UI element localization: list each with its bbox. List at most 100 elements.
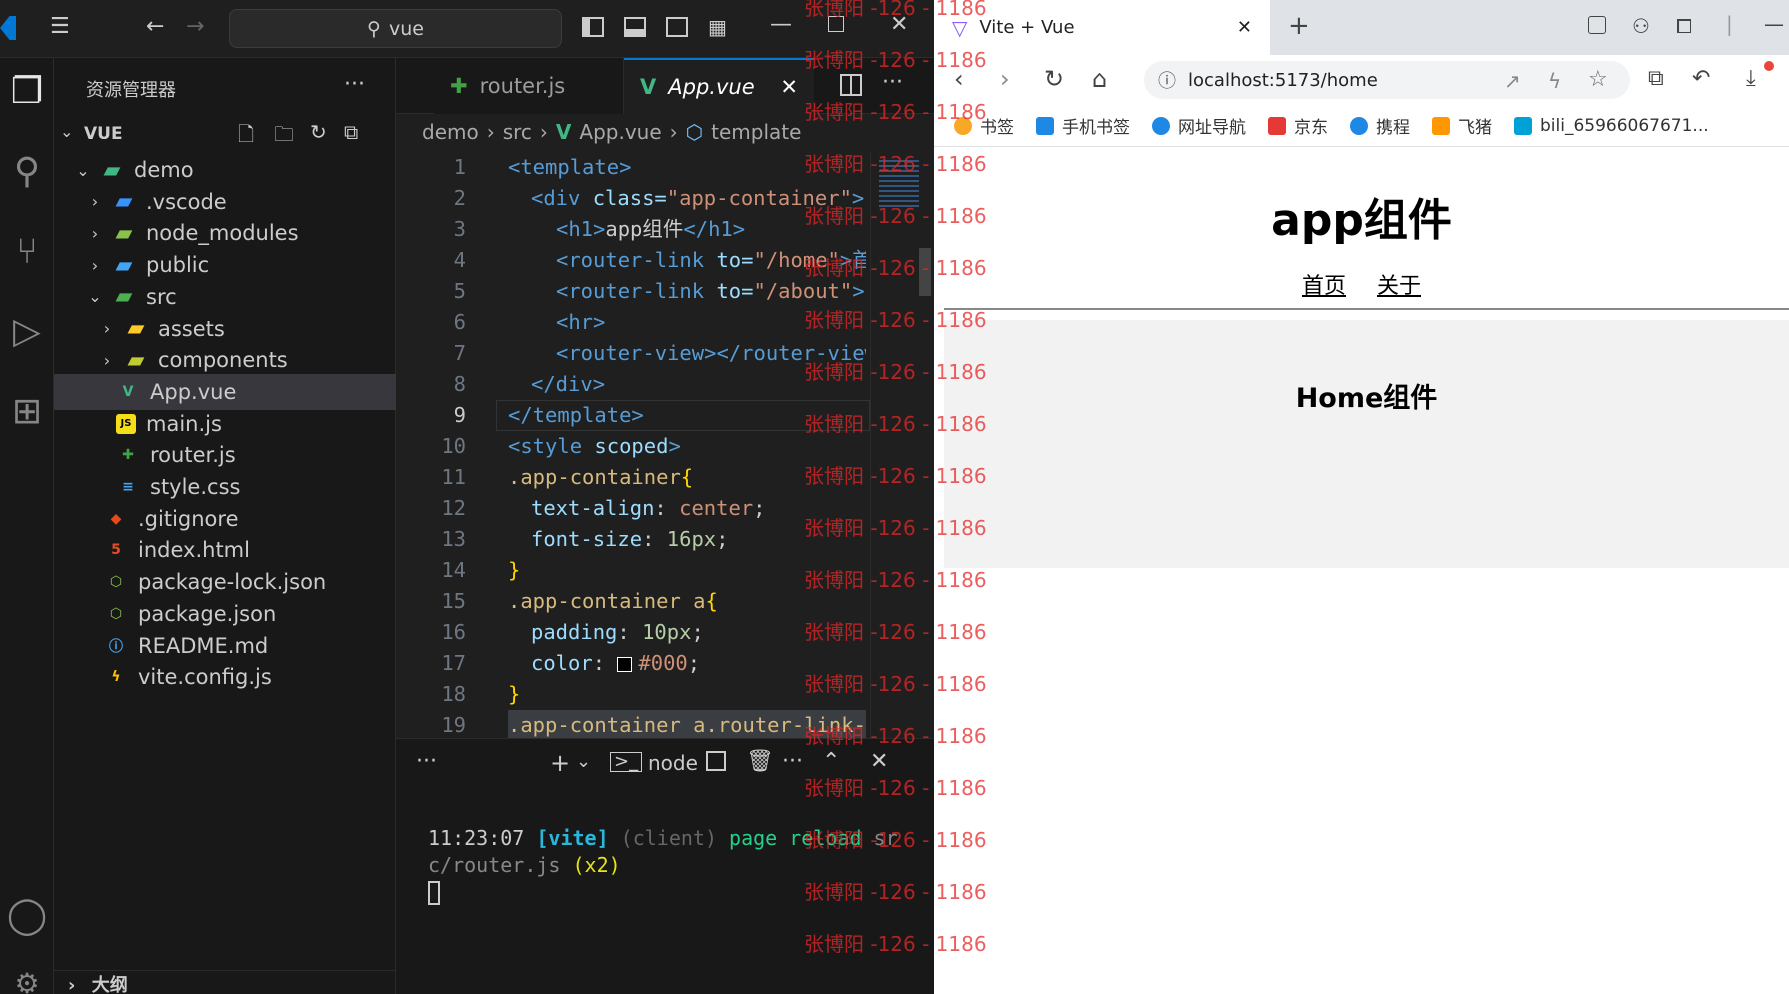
tree-item[interactable]: ⌄ ▰ src — [54, 279, 396, 315]
panel-more-icon[interactable]: ··· — [416, 749, 437, 774]
bookmark-item[interactable]: 网址导航 — [1152, 113, 1246, 138]
code-editor[interactable]: 1 <template> 2 <div class="app-container">… — [396, 152, 934, 741]
extensions-icon[interactable]: ⧉ — [1648, 67, 1664, 91]
split-terminal-icon[interactable] — [706, 751, 726, 771]
watermark-text: 张博阳 -126 - 1186 — [804, 308, 987, 332]
download-icon[interactable]: ⤓ — [1746, 67, 1756, 91]
tree-item[interactable]: › ▰ .vscode — [54, 184, 396, 220]
reload-icon[interactable]: ↻ — [1044, 67, 1064, 91]
search-view-icon[interactable]: ⚲ — [0, 154, 54, 190]
customize-layout-icon[interactable]: ▦ — [708, 16, 727, 38]
breadcrumb-item[interactable]: template — [711, 120, 801, 144]
extensions-puzzle-icon[interactable]: ⧠ — [1676, 14, 1692, 38]
tree-item[interactable]: ⬡ package.json — [54, 596, 396, 632]
tree-item[interactable]: › ▰ components — [54, 342, 396, 378]
minimap[interactable] — [870, 152, 932, 738]
watermark-text: 张博阳 -126 - 1186 — [804, 568, 987, 592]
bookmark-item[interactable]: bili_65966067671... — [1514, 116, 1709, 136]
run-debug-icon[interactable]: ▷ — [0, 314, 54, 350]
menu-icon[interactable]: ☰ — [50, 16, 70, 38]
line-number: 18 — [441, 682, 466, 706]
address-bar[interactable]: ⓘ localhost:5173/home ↗ ϟ ☆ — [1144, 61, 1630, 99]
minimize-icon[interactable]: — — [1764, 12, 1784, 36]
source-control-icon[interactable]: ⑂ — [0, 234, 54, 270]
tree-item[interactable]: › ▰ assets — [54, 311, 396, 347]
toggle-secondary-sidebar-icon[interactable] — [666, 17, 688, 37]
close-tab-icon[interactable]: ✕ — [780, 75, 798, 99]
new-tab-icon[interactable]: + — [1288, 13, 1310, 39]
bookmark-item[interactable]: 携程 — [1350, 113, 1410, 138]
tree-item[interactable]: ϟ vite.config.js — [54, 659, 396, 695]
tree-item[interactable]: › ▰ node_modules — [54, 215, 396, 251]
bolt-icon[interactable]: ϟ — [1548, 69, 1561, 93]
bookmark-item[interactable]: 飞猪 — [1432, 113, 1492, 138]
toggle-primary-sidebar-icon[interactable] — [582, 17, 604, 37]
home-icon[interactable]: ⌂ — [1092, 67, 1107, 91]
folder-public-icon: ▰ — [115, 252, 133, 278]
info-icon[interactable]: ⓘ — [1158, 67, 1176, 93]
tab-overview-icon[interactable] — [1588, 16, 1606, 34]
explorer-icon[interactable]: ❐ — [0, 74, 54, 110]
tree-item[interactable]: ⬡ package-lock.json — [54, 564, 396, 600]
breadcrumb-item[interactable]: src — [503, 120, 532, 144]
close-panel-icon[interactable]: ✕ — [870, 749, 888, 774]
browser-toolbar: ‹ › ↻ ⌂ ⓘ localhost:5173/home ↗ ϟ ☆ ⧉ ↶ … — [934, 55, 1789, 105]
share-icon[interactable]: ↗ — [1504, 69, 1521, 93]
outline-section[interactable]: › 大纲 — [54, 970, 396, 994]
undo-icon[interactable]: ↶ — [1692, 67, 1710, 91]
line-number: 9 — [453, 403, 466, 427]
trash-icon[interactable]: 🗑 — [746, 749, 774, 774]
workspace-root[interactable]: ⌄ VUE 🗋 🗀 ↻ ⧉ — [54, 118, 396, 152]
incognito-icon[interactable]: ⚇ — [1632, 14, 1650, 38]
code-line: color: #000; — [531, 651, 701, 675]
breadcrumb-item[interactable]: App.vue — [579, 120, 661, 144]
tab-router-js[interactable]: ✚ router.js — [434, 58, 624, 114]
maximize-panel-icon[interactable]: ⌃ — [822, 749, 840, 774]
tree-item[interactable]: ✚ router.js — [54, 437, 396, 473]
horizontal-rule — [944, 308, 1789, 310]
split-editor-icon[interactable] — [840, 74, 862, 96]
breadcrumb-item[interactable]: demo — [422, 120, 479, 144]
new-folder-icon[interactable]: 🗀 — [274, 120, 294, 154]
editor-more-icon[interactable]: ··· — [882, 70, 903, 95]
close-tab-icon[interactable]: ✕ — [1237, 17, 1252, 38]
terminal-more-icon[interactable]: ··· — [782, 749, 803, 774]
watermark-text: 张博阳 -126 - 1186 — [804, 828, 987, 852]
forward-icon[interactable]: › — [1000, 67, 1010, 91]
url-text[interactable]: localhost:5173/home — [1188, 70, 1378, 91]
terminal-shell-label[interactable]: node — [648, 751, 698, 775]
tree-item[interactable]: JS main.js — [54, 406, 396, 442]
new-file-icon[interactable]: 🗋 — [238, 120, 254, 154]
nav-link-about[interactable]: 关于 — [1377, 274, 1421, 299]
refresh-icon[interactable]: ↻ — [310, 120, 327, 144]
bookmark-item[interactable]: 手机书签 — [1036, 113, 1130, 138]
minimize-icon[interactable]: — — [770, 14, 792, 36]
tree-item[interactable]: 5 index.html — [54, 532, 396, 568]
tree-item[interactable]: ⌄ ▰ demo — [54, 152, 396, 188]
nav-link-home[interactable]: 首页 — [1302, 274, 1346, 299]
chevron-down-icon[interactable]: ⌄ — [576, 751, 591, 772]
star-icon[interactable]: ☆ — [1588, 67, 1608, 92]
tree-item-label: package.json — [138, 601, 277, 626]
forward-arrow-icon[interactable]: → — [186, 16, 204, 38]
tree-item[interactable]: › ▰ public — [54, 247, 396, 283]
color-swatch-icon[interactable] — [617, 656, 633, 672]
code-line: } — [508, 558, 521, 582]
bookmark-item[interactable]: 京东 — [1268, 113, 1328, 138]
tree-item[interactable]: ≡ style.css — [54, 469, 396, 505]
toggle-panel-icon[interactable] — [624, 17, 646, 37]
manage-gear-icon[interactable]: ⚙ — [0, 966, 54, 994]
tab-app-vue[interactable]: V App.vue ✕ — [624, 58, 814, 114]
tree-item[interactable]: ⓘ README.md — [54, 628, 396, 664]
line-number: 19 — [441, 713, 466, 737]
line-number: 7 — [453, 341, 466, 365]
new-terminal-icon[interactable]: + — [550, 749, 570, 777]
tree-item[interactable]: V App.vue — [54, 373, 396, 410]
command-center-search[interactable]: ⚲ vue — [229, 9, 562, 48]
collapse-all-icon[interactable]: ⧉ — [344, 120, 358, 144]
back-arrow-icon[interactable]: ← — [146, 16, 164, 38]
accounts-icon[interactable]: ◯ — [0, 898, 54, 934]
tree-item[interactable]: ◆ .gitignore — [54, 501, 396, 537]
more-actions-icon[interactable]: ··· — [344, 72, 365, 97]
extensions-icon[interactable]: ⊞ — [0, 394, 54, 430]
